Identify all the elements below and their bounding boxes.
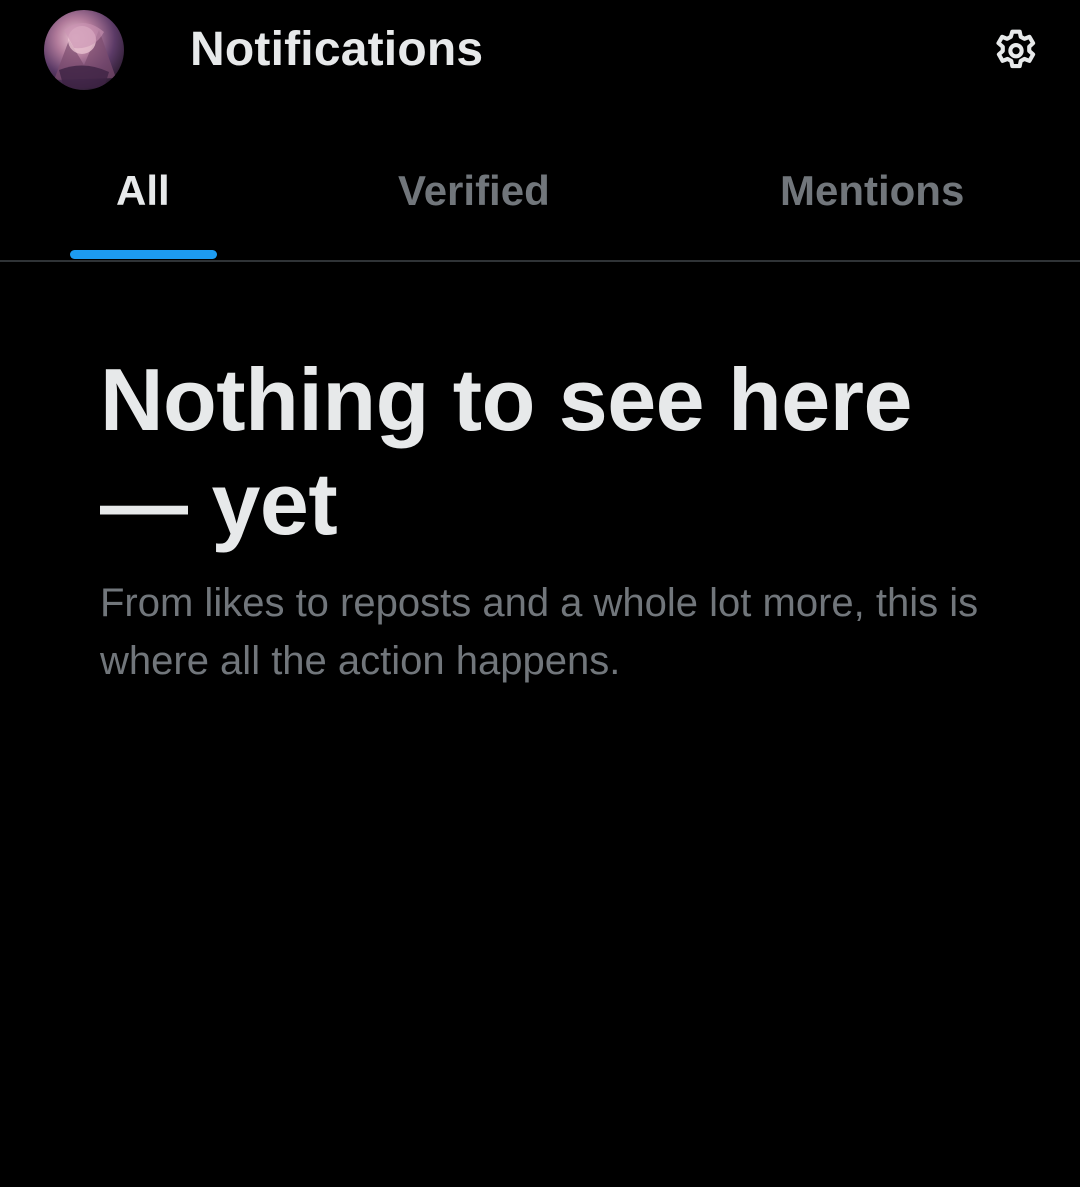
notification-tabs: All Verified Mentions [0,130,1080,260]
top-app-bar: Notifications [0,0,1080,110]
page-title: Notifications [190,23,484,76]
tab-verified[interactable]: Verified [290,130,670,260]
tab-mentions-label: Mentions [780,167,965,214]
tab-all-label: All [116,167,170,214]
avatar-image [54,22,116,88]
empty-state-description: From likes to reposts and a whole lot mo… [100,581,979,683]
profile-avatar[interactable] [44,10,124,90]
tab-all[interactable]: All [0,130,290,260]
empty-state-title: Nothing to see here — yet [100,350,912,553]
tab-mentions[interactable]: Mentions [670,130,1080,260]
tabs-divider [0,260,1080,262]
settings-button[interactable] [990,26,1042,78]
active-tab-indicator [70,250,217,259]
gear-icon [996,29,1036,69]
tab-verified-label: Verified [398,167,550,214]
